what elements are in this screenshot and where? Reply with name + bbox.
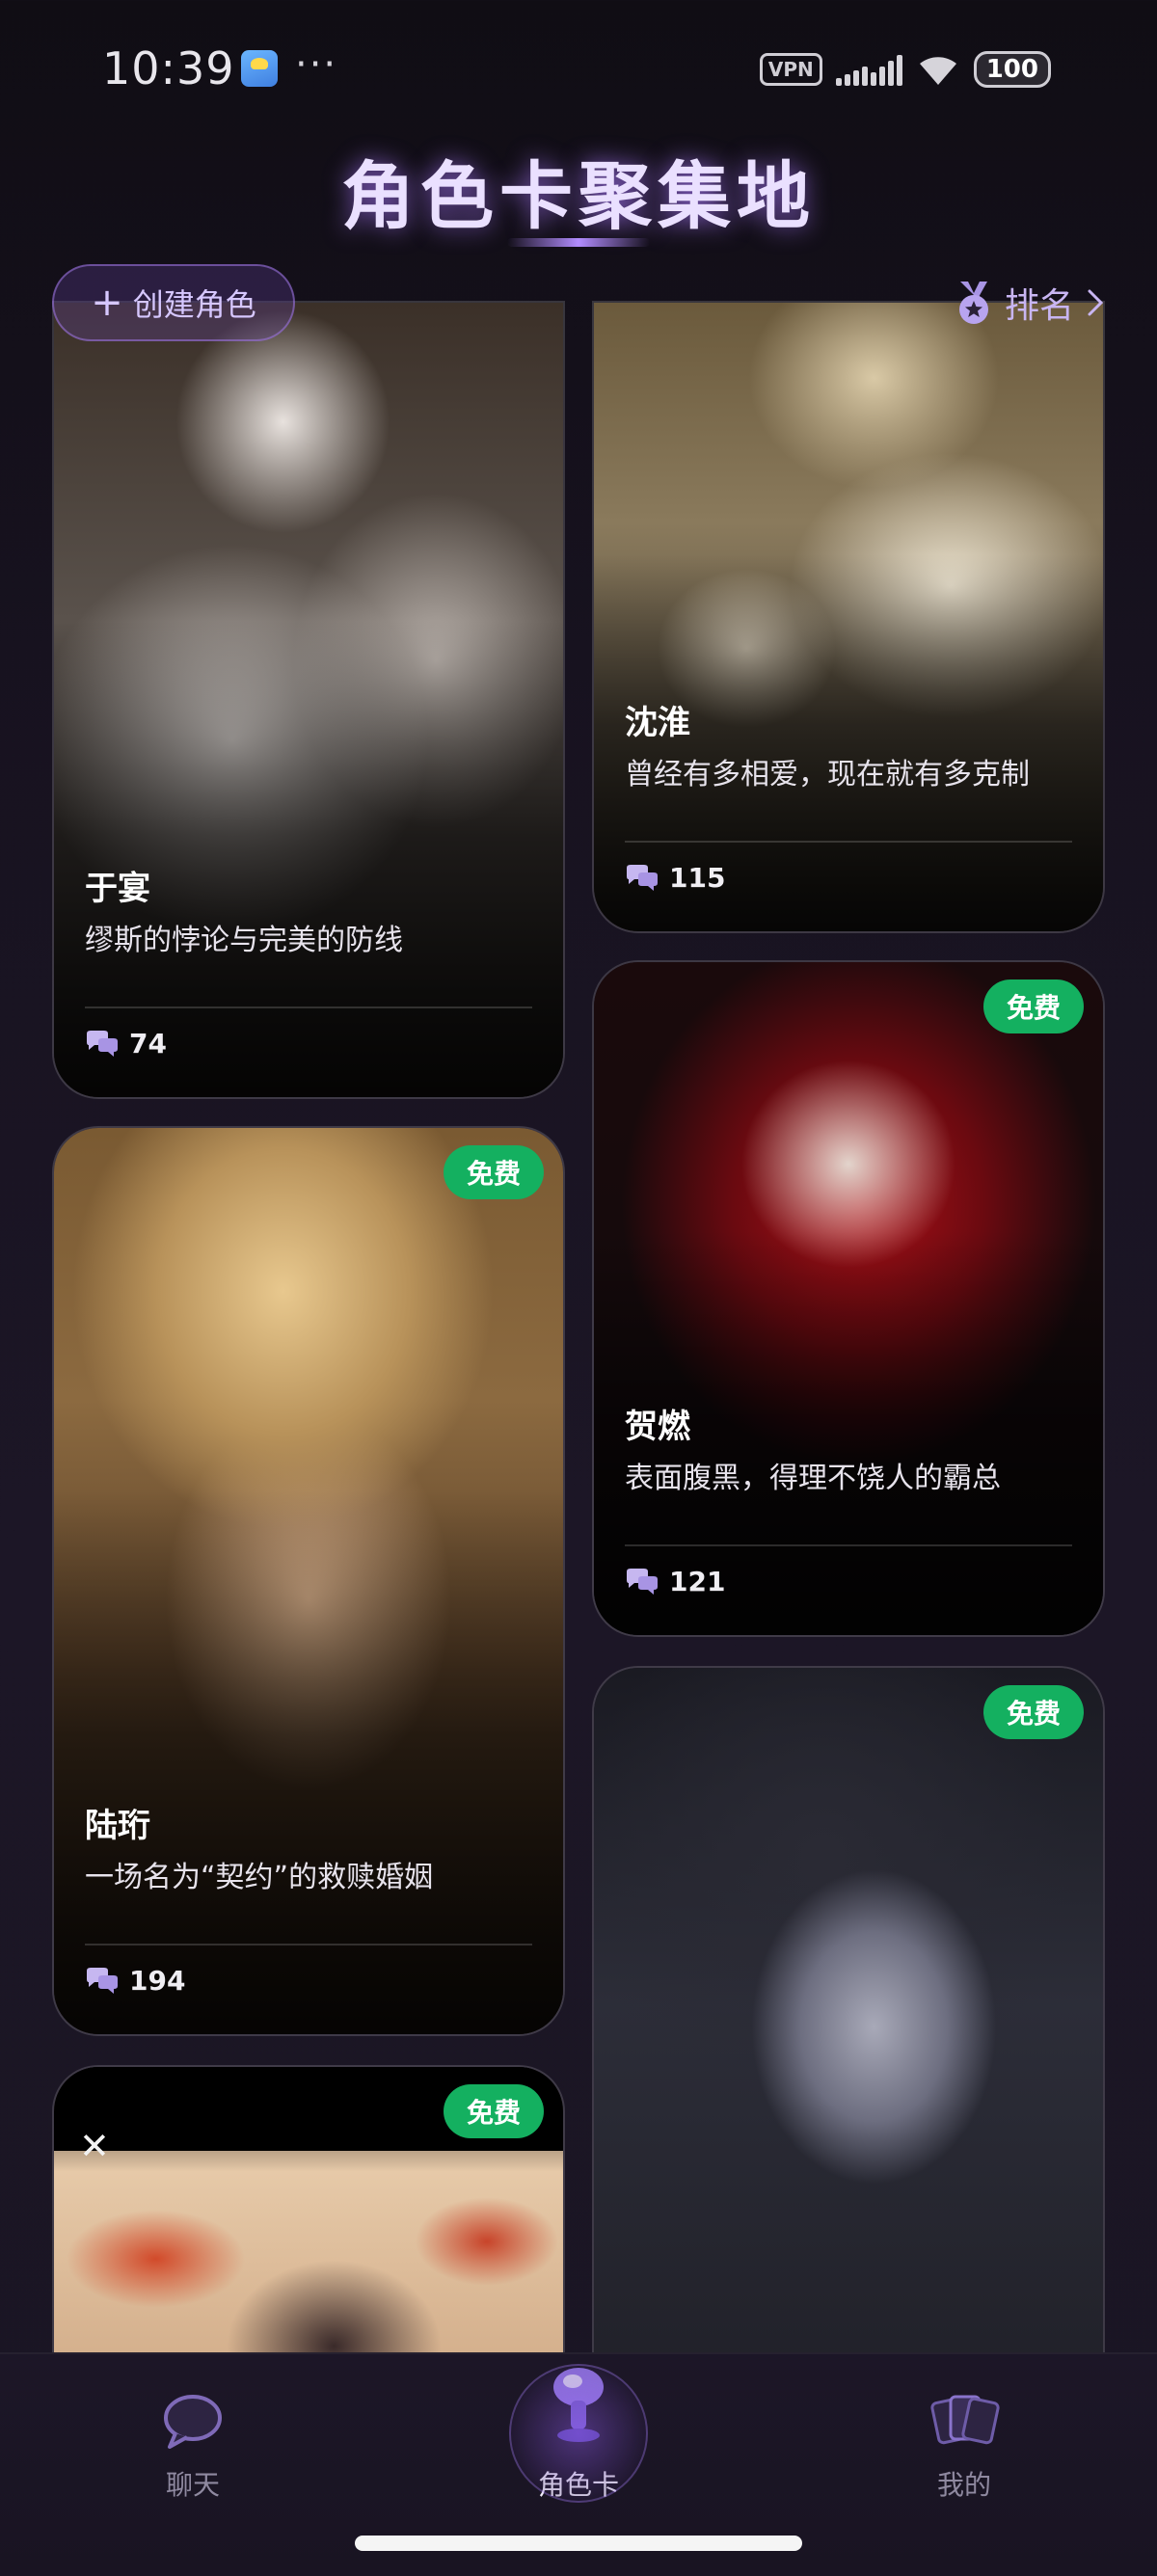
chat-count-value: 74 xyxy=(129,1028,167,1060)
battery-icon: 100 xyxy=(973,51,1051,88)
cards-stack-icon xyxy=(930,2395,1000,2445)
plus-icon: + xyxy=(91,281,123,325)
card-name: 沈淮 xyxy=(625,704,690,742)
tab-label: 聊天 xyxy=(165,2469,220,2501)
chat-bubbles-icon xyxy=(87,1030,118,1057)
card-divider xyxy=(625,1544,1072,1546)
character-card-luheng[interactable]: 免费 陆珩 一场名为“契约”的救赎婚姻 194 xyxy=(52,1126,565,2036)
chat-count: 121 xyxy=(625,1566,725,1597)
free-badge: 免费 xyxy=(444,2084,544,2138)
medal-icon xyxy=(958,282,988,324)
free-badge: 免费 xyxy=(444,1145,544,1199)
chevron-right-icon xyxy=(1088,289,1104,316)
card-description: 一场名为“契约”的救赎婚姻 xyxy=(85,1861,434,1894)
character-card-heran[interactable]: 免费 贺燃 表面腹黑，得理不饶人的霸总 121 xyxy=(592,960,1105,1637)
chat-bubbles-icon xyxy=(87,1967,118,1994)
chat-count: 194 xyxy=(85,1965,185,1997)
status-right-group: VPN 100 xyxy=(759,50,1051,89)
card-description: 曾经有多相爱，现在就有多克制 xyxy=(625,758,1030,792)
wifi-icon xyxy=(919,57,956,85)
create-character-button[interactable]: + 创建角色 xyxy=(52,264,295,341)
home-indicator[interactable] xyxy=(355,2536,802,2551)
character-card-yuyan[interactable]: 于宴 缪斯的悖论与完美的防线 74 xyxy=(52,301,565,1099)
gallery-notification-icon xyxy=(241,50,278,87)
card-divider xyxy=(85,1944,532,1945)
character-card-dark[interactable]: 免费 xyxy=(592,1666,1105,2418)
tab-chat[interactable]: 聊天 xyxy=(96,2354,289,2501)
chat-bubble-icon xyxy=(164,2395,222,2449)
card-description: 缪斯的悖论与完美的防线 xyxy=(85,924,403,957)
chat-count: 115 xyxy=(625,862,725,894)
active-tab-highlight xyxy=(509,2364,648,2503)
chat-count: 74 xyxy=(85,1028,167,1060)
tab-label: 我的 xyxy=(936,2469,991,2501)
card-name: 于宴 xyxy=(85,870,150,908)
free-badge: 免费 xyxy=(983,979,1084,1033)
card-divider xyxy=(85,1006,532,1008)
vpn-icon: VPN xyxy=(759,53,822,86)
chat-count-value: 194 xyxy=(129,1965,186,1997)
character-portrait xyxy=(594,1668,1103,2416)
title-underline xyxy=(507,238,650,247)
status-bar: 10:39 ··· VPN 100 xyxy=(0,0,1157,135)
chat-count-value: 121 xyxy=(669,1566,726,1597)
card-description: 表面腹黑，得理不饶人的霸总 xyxy=(625,1462,1001,1495)
character-card-shenhuai[interactable]: 沈淮 曾经有多相爱，现在就有多克制 115 xyxy=(592,301,1105,933)
close-icon[interactable]: ✕ xyxy=(79,2125,110,2167)
chat-bubbles-icon xyxy=(627,864,658,891)
card-name: 贺燃 xyxy=(625,1408,690,1446)
ranking-label: 排名 xyxy=(1004,286,1074,326)
card-divider xyxy=(625,841,1072,843)
ranking-link[interactable]: 排名 xyxy=(955,276,1105,330)
chat-count-value: 115 xyxy=(669,862,726,894)
free-badge: 免费 xyxy=(983,1685,1084,1739)
signal-icon xyxy=(835,53,902,86)
chat-bubbles-icon xyxy=(627,1568,658,1595)
status-time: 10:39 xyxy=(102,42,235,94)
card-name: 陆珩 xyxy=(85,1807,150,1845)
more-notifications-icon: ··· xyxy=(295,42,338,87)
tab-mine[interactable]: 我的 xyxy=(868,2354,1061,2501)
create-character-label: 创建角色 xyxy=(132,286,256,323)
page-title: 角色卡聚集地 xyxy=(341,153,816,239)
